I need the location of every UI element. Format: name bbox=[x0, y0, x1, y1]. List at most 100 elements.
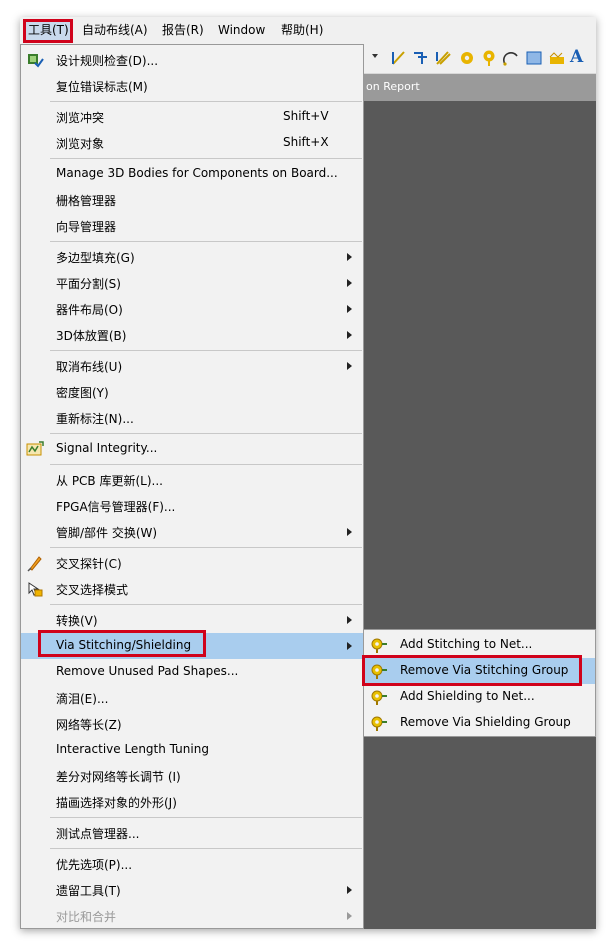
menu-item-label: 平面分割(S) bbox=[56, 277, 121, 291]
submenu-item-add-stitching-to-net[interactable]: Add Stitching to Net... bbox=[364, 632, 595, 658]
via-stitching-submenu: Add Stitching to Net... Remove Via Stitc… bbox=[363, 629, 596, 737]
menu-item-remove-unused-pad-shapes[interactable]: Remove Unused Pad Shapes... bbox=[21, 659, 363, 685]
menu-item-label: 复位错误标志(M) bbox=[56, 80, 148, 94]
menu-item-legacy-tools[interactable]: 遗留工具(T) bbox=[21, 877, 363, 903]
menu-item-via-stitching-shielding[interactable]: Via Stitching/Shielding bbox=[21, 633, 363, 659]
submenu-arrow-icon bbox=[347, 912, 352, 920]
menu-item-unroute[interactable]: 取消布线(U) bbox=[21, 353, 363, 379]
app-window: 工具(T) 自动布线(A) 报告(R) Window 帮助(H) A on Re… bbox=[20, 17, 596, 929]
menu-item-net-length-equalize[interactable]: 网络等长(Z) bbox=[21, 711, 363, 737]
via-shielding-icon bbox=[371, 690, 387, 705]
menu-item-diff-pair-length-tuning[interactable]: 差分对网络等长调节 (I) bbox=[21, 763, 363, 789]
menu-item-fpga-signal-manager[interactable]: FPGA信号管理器(F)... bbox=[21, 493, 363, 519]
menu-item-label: 多边型填充(G) bbox=[56, 251, 135, 265]
menu-item-design-rule-check[interactable]: 设计规则检查(D)... bbox=[21, 47, 363, 73]
multi-route-icon[interactable] bbox=[434, 49, 452, 67]
menu-item-guide-manager[interactable]: 向导管理器 bbox=[21, 213, 363, 239]
menu-window[interactable]: Window bbox=[216, 21, 267, 40]
submenu-arrow-icon bbox=[347, 642, 352, 650]
workspace-area bbox=[360, 101, 596, 929]
drc-check-icon bbox=[28, 54, 44, 68]
submenu-item-label: Add Stitching to Net... bbox=[400, 637, 533, 651]
menu-item-label: Interactive Length Tuning bbox=[56, 742, 209, 756]
menu-separator bbox=[50, 848, 362, 849]
menu-item-label: 3D体放置(B) bbox=[56, 329, 127, 343]
menu-item-update-from-pcb-library[interactable]: 从 PCB 库更新(L)... bbox=[21, 467, 363, 493]
menu-item-label: 转换(V) bbox=[56, 614, 98, 628]
menu-item-label: 浏览冲突 bbox=[56, 111, 105, 125]
arc-icon[interactable] bbox=[502, 49, 520, 67]
menu-separator bbox=[50, 158, 362, 159]
menu-item-3d-body-placement[interactable]: 3D体放置(B) bbox=[21, 322, 363, 348]
submenu-item-label: Remove Via Stitching Group bbox=[400, 663, 569, 677]
submenu-arrow-icon bbox=[347, 616, 352, 624]
place-via-icon[interactable] bbox=[480, 49, 498, 67]
submenu-arrow-icon bbox=[347, 279, 352, 287]
menu-item-shortcut: Shift+X bbox=[283, 135, 329, 149]
menu-item-label: 重新标注(N)... bbox=[56, 412, 134, 426]
menu-item-browse-violations[interactable]: 浏览冲突 Shift+V bbox=[21, 104, 363, 130]
menu-item-label: 器件布局(O) bbox=[56, 303, 123, 317]
fill-icon[interactable] bbox=[525, 49, 543, 67]
menu-item-component-placement[interactable]: 器件布局(O) bbox=[21, 296, 363, 322]
menu-reports[interactable]: 报告(R) bbox=[160, 21, 206, 40]
menu-autoroute[interactable]: 自动布线(A) bbox=[80, 21, 150, 40]
via-stitching-icon bbox=[371, 638, 387, 653]
menu-item-label: 从 PCB 库更新(L)... bbox=[56, 474, 163, 488]
dropdown-arrow-icon[interactable] bbox=[372, 54, 378, 58]
menu-bar: 工具(T) 自动布线(A) 报告(R) Window 帮助(H) bbox=[20, 17, 596, 44]
menu-help[interactable]: 帮助(H) bbox=[279, 21, 325, 40]
menu-item-label: Via Stitching/Shielding bbox=[56, 638, 192, 652]
submenu-item-add-shielding-to-net[interactable]: Add Shielding to Net... bbox=[364, 684, 595, 710]
menu-item-re-annotate[interactable]: 重新标注(N)... bbox=[21, 405, 363, 431]
menu-item-label: 优先选项(P)... bbox=[56, 858, 133, 872]
menu-item-density-map[interactable]: 密度图(Y) bbox=[21, 379, 363, 405]
menu-item-polygon-pours[interactable]: 多边型填充(G) bbox=[21, 244, 363, 270]
menu-item-manage-3d-bodies[interactable]: Manage 3D Bodies for Components on Board… bbox=[21, 161, 363, 187]
menu-item-label: 栅格管理器 bbox=[56, 194, 117, 208]
menu-item-teardrops[interactable]: 滴泪(E)... bbox=[21, 685, 363, 711]
menu-item-label: Remove Unused Pad Shapes... bbox=[56, 664, 239, 678]
panel-title: on Report bbox=[366, 80, 420, 93]
menu-item-label: FPGA信号管理器(F)... bbox=[56, 500, 176, 514]
menu-item-label: 管脚/部件 交换(W) bbox=[56, 526, 158, 540]
menu-item-split-planes[interactable]: 平面分割(S) bbox=[21, 270, 363, 296]
signal-integrity-icon bbox=[26, 441, 44, 456]
menu-item-testpoint-manager[interactable]: 测试点管理器... bbox=[21, 820, 363, 846]
submenu-item-remove-via-shielding-group[interactable]: Remove Via Shielding Group bbox=[364, 710, 595, 736]
menu-item-browse-objects[interactable]: 浏览对象 Shift+X bbox=[21, 130, 363, 156]
route-track-icon[interactable] bbox=[390, 49, 408, 67]
menu-item-pin-part-swapping[interactable]: 管脚/部件 交换(W) bbox=[21, 519, 363, 545]
menu-item-outline-selected-objects[interactable]: 描画选择对象的外形(J) bbox=[21, 789, 363, 815]
submenu-arrow-icon bbox=[347, 305, 352, 313]
menu-item-grid-manager[interactable]: 栅格管理器 bbox=[21, 187, 363, 213]
menu-item-compare-and-merge: 对比和合并 bbox=[21, 903, 363, 929]
menu-separator bbox=[50, 547, 362, 548]
place-pad-icon[interactable] bbox=[458, 49, 476, 67]
submenu-item-label: Remove Via Shielding Group bbox=[400, 715, 571, 729]
toolbar: A bbox=[360, 44, 596, 74]
submenu-item-remove-via-stitching-group[interactable]: Remove Via Stitching Group bbox=[364, 658, 595, 684]
menu-item-cross-select-mode[interactable]: 交叉选择模式 bbox=[21, 576, 363, 602]
submenu-arrow-icon bbox=[347, 528, 352, 536]
menu-tools[interactable]: 工具(T) bbox=[26, 21, 71, 40]
submenu-arrow-icon bbox=[347, 886, 352, 894]
menu-separator bbox=[50, 350, 362, 351]
menu-item-label: 取消布线(U) bbox=[56, 360, 123, 374]
polygon-pour-icon[interactable] bbox=[548, 49, 566, 67]
place-string-icon[interactable]: A bbox=[570, 47, 588, 67]
menu-item-reset-error-markers[interactable]: 复位错误标志(M) bbox=[21, 73, 363, 99]
diff-pair-route-icon[interactable] bbox=[412, 49, 430, 67]
menu-item-label: 交叉选择模式 bbox=[56, 583, 129, 597]
submenu-arrow-icon bbox=[347, 331, 352, 339]
menu-item-preferences[interactable]: 优先选项(P)... bbox=[21, 851, 363, 877]
menu-item-convert[interactable]: 转换(V) bbox=[21, 607, 363, 633]
panel-header: on Report bbox=[360, 74, 596, 101]
menu-item-label: Manage 3D Bodies for Components on Board… bbox=[56, 166, 338, 180]
via-shielding-icon bbox=[371, 716, 387, 731]
menu-item-signal-integrity[interactable]: Signal Integrity... bbox=[21, 436, 363, 462]
menu-item-cross-probe[interactable]: 交叉探针(C) bbox=[21, 550, 363, 576]
submenu-arrow-icon bbox=[347, 253, 352, 261]
submenu-arrow-icon bbox=[347, 362, 352, 370]
menu-item-interactive-length-tuning[interactable]: Interactive Length Tuning bbox=[21, 737, 363, 763]
